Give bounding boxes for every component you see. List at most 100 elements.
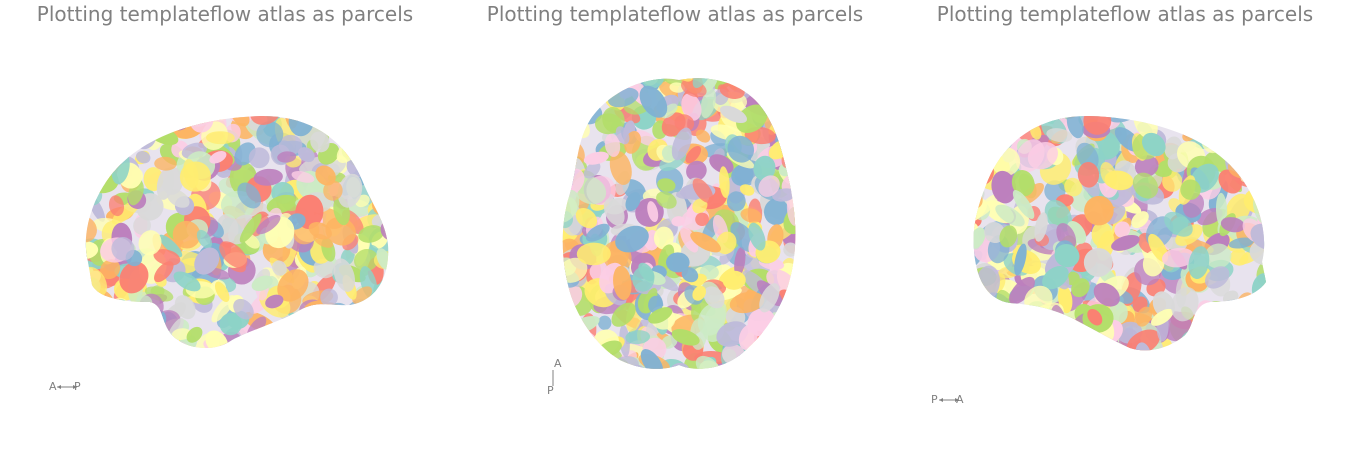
parcel [352, 115, 380, 133]
parcel [1265, 315, 1267, 349]
parcel [1027, 325, 1055, 351]
parcel [154, 335, 174, 349]
parcel [345, 115, 363, 133]
parcel [1257, 342, 1267, 351]
parcel [781, 112, 796, 139]
parcel [1203, 117, 1233, 133]
parcel [786, 92, 796, 128]
parcel [155, 345, 170, 349]
parcel [242, 340, 265, 349]
parcel [973, 115, 989, 130]
orientation-end-label: P [74, 380, 81, 393]
parcel [89, 309, 118, 338]
parcel [767, 350, 795, 369]
parcel [974, 318, 992, 336]
parcel [291, 326, 323, 344]
parcel [267, 340, 282, 349]
parcel [352, 121, 376, 136]
parcel [1244, 325, 1267, 351]
parcel [562, 103, 585, 131]
parcel [338, 115, 367, 138]
parcel [274, 334, 305, 349]
parcel [986, 333, 1016, 351]
parcel [102, 115, 129, 138]
parcel [974, 117, 994, 138]
parcel [125, 331, 145, 349]
parcel [574, 87, 597, 110]
parcel [384, 120, 389, 141]
parcel [973, 125, 988, 138]
parcel [1219, 322, 1236, 350]
parcel [1243, 115, 1267, 123]
parcel [1143, 115, 1169, 121]
parcel [785, 135, 796, 157]
parcel [984, 329, 1018, 345]
parcel [784, 292, 796, 318]
parcel [1257, 135, 1267, 154]
parcel [85, 153, 96, 176]
parcel [369, 341, 389, 349]
parcel [737, 78, 754, 85]
parcel [85, 183, 96, 203]
parcel [1009, 313, 1035, 342]
parcel [1265, 330, 1267, 351]
parcel [1197, 314, 1213, 331]
orientation-indicator: A P [546, 358, 566, 398]
parcel [93, 331, 120, 349]
parcel [986, 318, 1000, 347]
parcel [973, 138, 988, 161]
parcel [1075, 331, 1091, 345]
orientation-start-label: A [49, 380, 57, 393]
parcel [562, 127, 574, 151]
parcel [1262, 321, 1267, 336]
parcel [1251, 306, 1264, 319]
parcel [1073, 336, 1093, 349]
parcel [1255, 304, 1267, 333]
parcel [338, 329, 360, 349]
parcel [352, 130, 368, 147]
parcel [85, 308, 95, 320]
parcel [1011, 115, 1031, 120]
parcel [774, 356, 786, 369]
parcel [344, 117, 365, 141]
parcel [1208, 115, 1228, 123]
parcel [562, 84, 576, 110]
parcel [1224, 143, 1243, 154]
parcel [1253, 170, 1267, 202]
parcel [562, 127, 577, 149]
parcel [111, 131, 130, 159]
parcel [106, 134, 137, 145]
parcel [562, 145, 574, 164]
orientation-end-label: A [956, 393, 964, 406]
parcel [1182, 115, 1215, 129]
parcel [372, 128, 389, 150]
parcel [998, 322, 1012, 340]
parcel [1255, 345, 1267, 351]
parcel [787, 329, 796, 357]
parcel [101, 310, 127, 336]
parcel [85, 340, 107, 349]
parcel [91, 161, 107, 181]
parcel [132, 306, 157, 325]
parcel [211, 115, 229, 120]
parcel [85, 116, 111, 144]
parcel [376, 115, 389, 132]
brain-parcels [973, 115, 1267, 351]
parcel [1003, 346, 1020, 351]
parcel [772, 90, 792, 120]
parcel [973, 331, 996, 351]
parcel [1238, 149, 1260, 179]
parcel [1236, 321, 1267, 351]
parcel [977, 144, 998, 163]
parcel [85, 298, 90, 319]
parcel [90, 139, 120, 166]
parcel [113, 117, 134, 152]
parcel [366, 115, 387, 137]
panel-left-lateral: Plotting templateflow atlas as parcels A… [0, 0, 450, 450]
parcel [973, 288, 981, 307]
parcel [1258, 115, 1267, 143]
parcel [792, 78, 796, 81]
parcel [315, 343, 335, 349]
parcel [119, 117, 148, 137]
parcel [379, 161, 389, 187]
